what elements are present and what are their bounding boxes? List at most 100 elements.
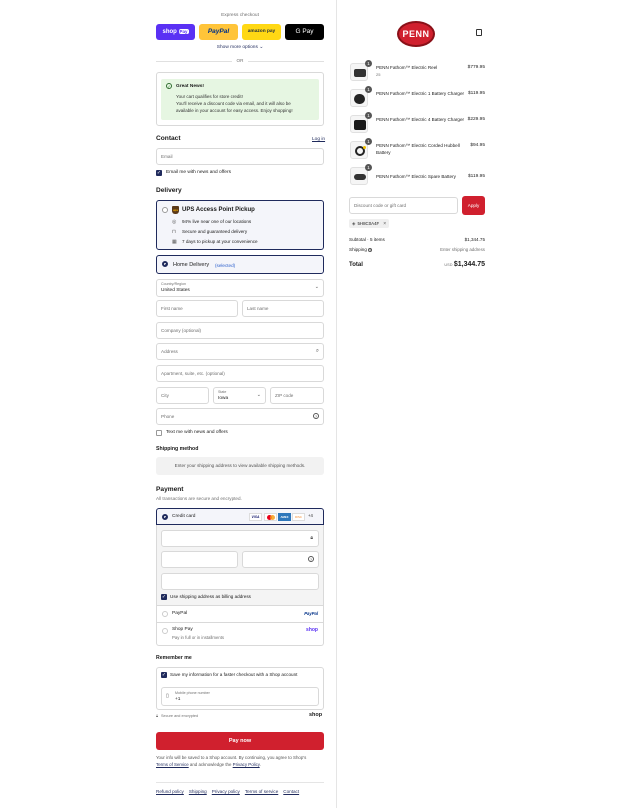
paypal-option[interactable]: PayPal PayPal <box>156 606 324 623</box>
amazon-pay-logo: amazon pay <box>247 29 276 34</box>
mobile-label: Mobile phone number <box>175 691 210 695</box>
card-expiry-field[interactable] <box>161 551 238 568</box>
ups-point-1: 94% live near one of our locations <box>182 219 252 224</box>
help-icon: ? <box>368 248 373 252</box>
first-name-placeholder: First name <box>161 306 183 311</box>
refund-policy-link[interactable]: Refund policy <box>156 789 184 794</box>
ups-pickup-title: UPS Access Point Pickup <box>182 207 255 213</box>
save-info-label: Save my information for a faster checkou… <box>170 672 298 677</box>
zip-field[interactable]: ZIP code <box>270 387 324 404</box>
card-cvv-field[interactable]: ? <box>242 551 319 568</box>
store-credit-notice: ✓ Great News! Your cart qualifies for st… <box>161 79 319 120</box>
credit-card-radio[interactable] <box>162 514 168 520</box>
terms-of-service-link[interactable]: Terms of service <box>245 789 278 794</box>
mobile-value: +1 <box>175 697 181 702</box>
show-more-options-link[interactable]: Show more options ⌄ <box>156 45 324 50</box>
order-item: 1 PENN Fathom™ Electric 4 Battery Charge… <box>350 112 485 133</box>
shop-pay-logo: shop <box>162 29 177 35</box>
shipping-method-heading: Shipping method <box>156 446 199 452</box>
company-field[interactable]: Company (optional) <box>156 322 324 339</box>
card-number-field[interactable]: 🔒︎ <box>161 530 319 547</box>
paypal-radio[interactable] <box>162 611 168 617</box>
applied-discount-tag: ◈ 5H8C0A4F × <box>349 219 390 228</box>
first-name-field[interactable]: First name <box>156 300 238 317</box>
delivery-heading: Delivery <box>156 187 182 194</box>
discount-code-field[interactable]: Discount code or gift card <box>349 197 458 214</box>
lock-icon: 🔒︎ <box>310 535 313 541</box>
home-delivery-radio[interactable] <box>162 261 168 267</box>
shop-pay-radio[interactable] <box>162 628 168 634</box>
shop-pay-sub: Pay in full or in installments <box>172 635 225 640</box>
country-value: United States <box>161 288 190 293</box>
product-name-text: PENN Fathom™ Electric Reel <box>376 65 438 70</box>
pay-now-button[interactable]: Pay now <box>156 732 324 750</box>
product-name: PENN Fathom™ Electric Reel 25 <box>376 65 466 78</box>
or-divider-label: OR <box>236 58 244 63</box>
credit-card-option[interactable]: Credit card VISA AMEX DISC +4 <box>156 508 324 525</box>
company-placeholder: Company (optional) <box>161 328 202 333</box>
terms-note-text: Your info will be saved to a Shop accoun… <box>156 755 307 760</box>
shipping-link[interactable]: Shipping <box>189 789 207 794</box>
credit-card-label: Credit card <box>172 514 196 519</box>
paypal-express-button[interactable]: PayPal <box>199 24 238 40</box>
phone-field[interactable]: Phone ? <box>156 408 324 425</box>
state-select[interactable]: State Iowa ⌄ <box>213 387 266 404</box>
quantity-badge: 1 <box>365 112 372 119</box>
use-shipping-billing-checkbox[interactable]: ✓ <box>161 594 167 600</box>
cart-bag-icon[interactable] <box>476 29 482 36</box>
product-name: PENN Fathom™ Electric Spare Battery <box>376 174 456 179</box>
login-link[interactable]: Log in <box>312 137 325 142</box>
home-delivery-option[interactable]: Home Delivery (selected) <box>156 255 324 274</box>
apply-discount-button[interactable]: Apply <box>462 196 485 215</box>
save-info-checkbox[interactable]: ✓ <box>161 672 167 678</box>
name-on-card-field[interactable] <box>161 573 319 590</box>
email-news-checkbox[interactable]: ✓ <box>156 170 162 176</box>
state-label: State <box>218 390 227 394</box>
city-placeholder: City <box>161 393 169 398</box>
shop-pay-button[interactable]: shop Pay <box>156 24 195 40</box>
shop-pay-suffix: Pay <box>178 29 189 34</box>
apply-label: Apply <box>467 203 480 208</box>
ups-pickup-option[interactable]: ups UPS Access Point Pickup ◎ 94% live n… <box>156 200 324 250</box>
lock-icon: ⊓ <box>172 229 176 235</box>
email-news-label: Email me with news and offers <box>166 170 231 175</box>
remove-discount-icon[interactable]: × <box>383 221 386 227</box>
amazon-pay-button[interactable]: amazon pay <box>242 24 281 40</box>
ups-pickup-radio[interactable] <box>162 207 168 213</box>
text-news-checkbox[interactable] <box>156 430 162 436</box>
express-checkout-title: Express checkout <box>221 13 259 18</box>
total-value: $1,344.75 <box>453 261 485 268</box>
privacy-policy-link[interactable]: Privacy Policy <box>233 762 260 767</box>
product-price: $94.95 <box>470 143 485 148</box>
email-placeholder: Email <box>161 154 173 159</box>
email-field[interactable]: Email <box>156 148 324 165</box>
zip-placeholder: ZIP code <box>275 393 294 398</box>
apartment-field[interactable]: Apartment, suite, etc. (optional) <box>156 365 324 382</box>
amex-icon: AMEX <box>278 513 291 521</box>
chevron-down-icon: ⌄ <box>314 284 319 290</box>
help-icon: ? <box>313 413 319 419</box>
address-field[interactable]: Address ⌕ <box>156 343 324 360</box>
penn-logo[interactable]: PENN <box>397 21 435 47</box>
shipping-method-placeholder-box: Enter your shipping address to view avai… <box>156 457 324 475</box>
terms-of-service-link[interactable]: Terms of Service <box>156 762 189 767</box>
mobile-phone-field[interactable]: ▯ Mobile phone number +1 <box>161 687 319 706</box>
chevron-down-icon: ⌄ <box>259 45 264 50</box>
last-name-field[interactable]: Last name <box>242 300 324 317</box>
paypal-label: PayPal <box>172 611 188 616</box>
payment-sub: All transactions are secure and encrypte… <box>156 496 242 501</box>
privacy-policy-link[interactable]: Privacy policy <box>212 789 240 794</box>
order-item: 1 PENN Fathom™ Electric Reel 25 $779.95 <box>350 60 485 81</box>
contact-heading: Contact <box>156 135 181 142</box>
terms-and-text: and acknowledge the <box>188 761 233 767</box>
country-select[interactable]: Country/Region United States ⌄ <box>156 279 324 297</box>
phone-placeholder: Phone <box>161 414 175 419</box>
city-field[interactable]: City <box>156 387 209 404</box>
notice-line-3: available in your account for easy acces… <box>176 108 293 113</box>
contact-link[interactable]: Contact <box>283 789 299 794</box>
google-pay-button[interactable]: G Pay <box>285 24 324 40</box>
discover-icon: DISC <box>292 513 305 521</box>
discount-code-value: 5H8C0A4F <box>357 221 380 226</box>
discount-placeholder: Discount code or gift card <box>354 203 407 208</box>
shop-pay-option[interactable]: Shop Pay Pay in full or in installments … <box>156 623 324 646</box>
